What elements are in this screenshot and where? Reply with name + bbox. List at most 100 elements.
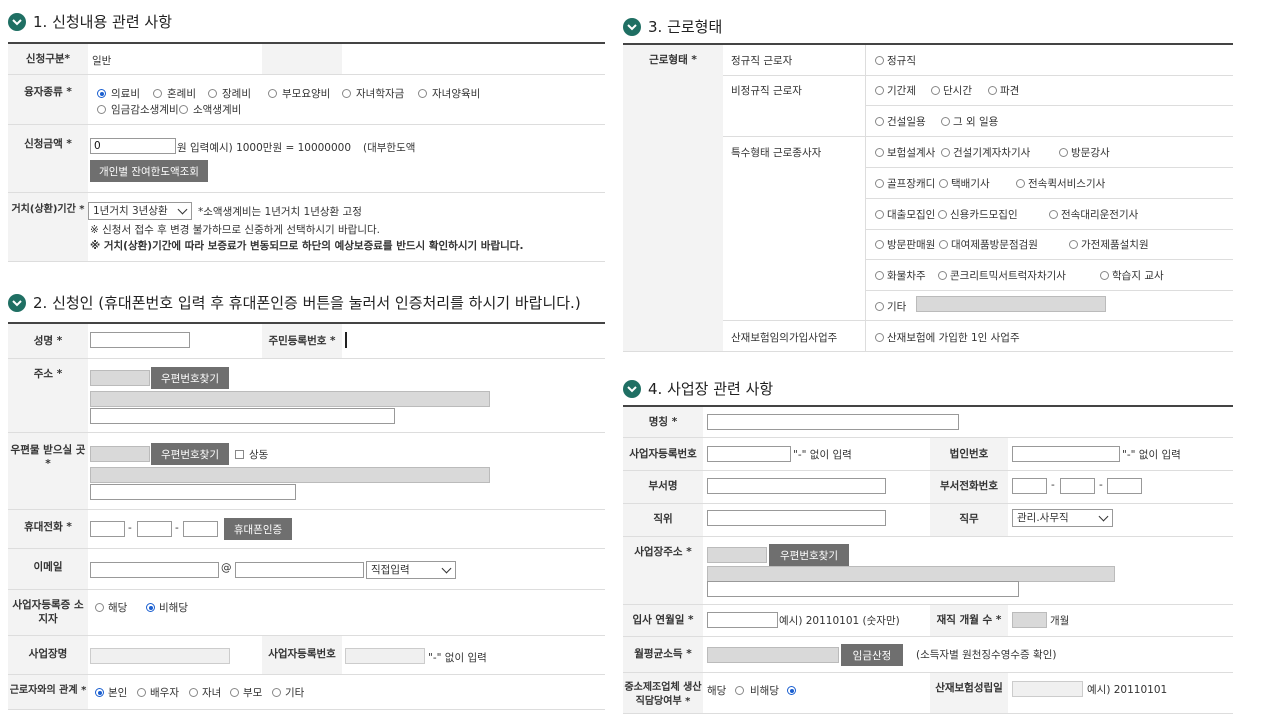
radio-bizowner-no[interactable] <box>146 603 155 612</box>
zipcode-search-button[interactable]: 우편번호찾기 <box>151 367 229 389</box>
label-address: 주소 * <box>8 359 88 432</box>
amount-input[interactable]: 0 <box>90 138 176 154</box>
bizno-input[interactable] <box>345 648 425 664</box>
divider <box>865 290 1233 291</box>
radio-special-3-2[interactable] <box>1069 240 1078 249</box>
position-input[interactable] <box>707 510 886 526</box>
radio-loan-5[interactable] <box>418 89 427 98</box>
radio-special-0-0[interactable] <box>875 148 884 157</box>
special-other-input[interactable] <box>916 296 1106 312</box>
radio-insured[interactable] <box>875 333 884 342</box>
same-address-label: 상동 <box>249 449 269 461</box>
radio-rel-0[interactable] <box>95 688 104 697</box>
limit-inquiry-button[interactable]: 개인별 잔여한도액조회 <box>90 160 208 182</box>
radio-loan-0[interactable] <box>97 89 106 98</box>
radio-sme-no[interactable] <box>787 686 796 695</box>
insurance-date-input[interactable] <box>1012 681 1083 697</box>
mail-zipcode-input[interactable] <box>90 446 150 462</box>
radio-irregular-1[interactable] <box>931 86 940 95</box>
months-input[interactable] <box>1012 612 1047 628</box>
wage-input[interactable] <box>707 647 839 663</box>
label-apply-type: 신청구분* <box>8 44 88 74</box>
radio-irregular-3[interactable] <box>875 117 884 126</box>
company-bizno-input[interactable] <box>707 446 791 462</box>
radio-rel-1[interactable] <box>137 688 146 697</box>
radio-special-3-0[interactable] <box>875 240 884 249</box>
radio-special-0-2[interactable] <box>1059 148 1068 157</box>
company-zipcode-input[interactable] <box>707 547 767 563</box>
period-select[interactable]: 1년거치 3년상환 <box>88 202 192 220</box>
wage-calc-button[interactable]: 임금산정 <box>841 644 903 666</box>
company-name-input[interactable] <box>707 414 959 430</box>
mobile-input-2[interactable] <box>137 521 172 537</box>
radio-special-4-0[interactable] <box>875 271 884 280</box>
dash: - <box>1051 479 1055 491</box>
radio-special-4-1[interactable] <box>938 271 947 280</box>
label-name: 성명 * <box>8 324 88 358</box>
radio-special-2-1[interactable] <box>938 210 947 219</box>
company-zipcode-search-button[interactable]: 우편번호찾기 <box>769 544 849 566</box>
radio-special-1-1[interactable] <box>939 179 948 188</box>
radio-special-other[interactable] <box>875 302 884 311</box>
dash: - <box>1099 479 1103 491</box>
mail-address-detail-input[interactable] <box>90 484 296 500</box>
radio-special-1-0[interactable] <box>875 179 884 188</box>
mail-address-input[interactable] <box>90 467 490 483</box>
rrn-input[interactable] <box>345 332 455 348</box>
company-address-detail-input[interactable] <box>707 581 1019 597</box>
radio-loan-4[interactable] <box>342 89 351 98</box>
loan-opt-label: 임금감소생계비 <box>111 104 179 116</box>
dept-phone-3[interactable] <box>1107 478 1142 494</box>
radio-rel-4[interactable] <box>272 688 281 697</box>
radio-special-4-2[interactable] <box>1100 271 1109 280</box>
email-domain-input[interactable] <box>235 562 364 578</box>
name-input[interactable] <box>90 332 190 348</box>
chevron-down-icon[interactable] <box>623 379 641 398</box>
email-id-input[interactable] <box>90 562 219 578</box>
join-date-input[interactable] <box>707 612 778 628</box>
mobile-input-3[interactable] <box>183 521 218 537</box>
radio-irregular-2[interactable] <box>988 86 997 95</box>
radio-regular[interactable] <box>875 56 884 65</box>
chevron-down-icon[interactable] <box>623 17 641 36</box>
radio-loan-2[interactable] <box>208 89 217 98</box>
chevron-down-icon[interactable] <box>8 293 26 312</box>
radio-sme-yes[interactable] <box>735 686 744 695</box>
same-address-checkbox[interactable] <box>235 450 244 459</box>
label-mobile: 휴대전화 * <box>8 510 88 548</box>
radio-rel-3[interactable] <box>230 688 239 697</box>
radio-irregular-0[interactable] <box>875 86 884 95</box>
bizname-input[interactable] <box>90 648 230 664</box>
address-input[interactable] <box>90 391 490 407</box>
mobile-verify-button[interactable]: 휴대폰인증 <box>224 518 292 540</box>
duty-select[interactable]: 관리.사무직 <box>1012 509 1113 527</box>
dept-phone-1[interactable] <box>1012 478 1047 494</box>
label-insurance-date: 산재보험성립일 <box>930 673 1008 713</box>
radio-rel-2[interactable] <box>189 688 198 697</box>
radio-special-0-1[interactable] <box>941 148 950 157</box>
radio-special-2-0[interactable] <box>875 210 884 219</box>
radio-bizowner-yes[interactable] <box>95 603 104 612</box>
chevron-down-icon[interactable] <box>8 12 26 31</box>
company-address-input[interactable] <box>707 566 1115 582</box>
corp-no-input[interactable] <box>1012 446 1120 462</box>
mail-zipcode-search-button[interactable]: 우편번호찾기 <box>151 443 229 465</box>
radio-irregular-4[interactable] <box>941 117 950 126</box>
special-opt-label: 전속대리운전기사 <box>1061 209 1139 221</box>
label-months: 재직 개월 수 * <box>930 605 1008 636</box>
radio-loan-7[interactable] <box>179 105 188 114</box>
radio-loan-6[interactable] <box>97 105 106 114</box>
email-domain-select[interactable]: 직접입력 <box>366 561 456 579</box>
dept-phone-2[interactable] <box>1060 478 1095 494</box>
radio-loan-3[interactable] <box>268 89 277 98</box>
dept-input[interactable] <box>707 478 886 494</box>
radio-special-1-2[interactable] <box>1016 179 1025 188</box>
mobile-input-1[interactable] <box>90 521 125 537</box>
address-detail-input[interactable] <box>90 408 395 424</box>
radio-loan-1[interactable] <box>153 89 162 98</box>
label-duty: 직무 <box>930 504 1008 536</box>
label-company-address: 사업장주소 * <box>623 537 703 604</box>
zipcode-input[interactable] <box>90 370 150 386</box>
radio-special-2-2[interactable] <box>1049 210 1058 219</box>
radio-special-3-1[interactable] <box>939 240 948 249</box>
